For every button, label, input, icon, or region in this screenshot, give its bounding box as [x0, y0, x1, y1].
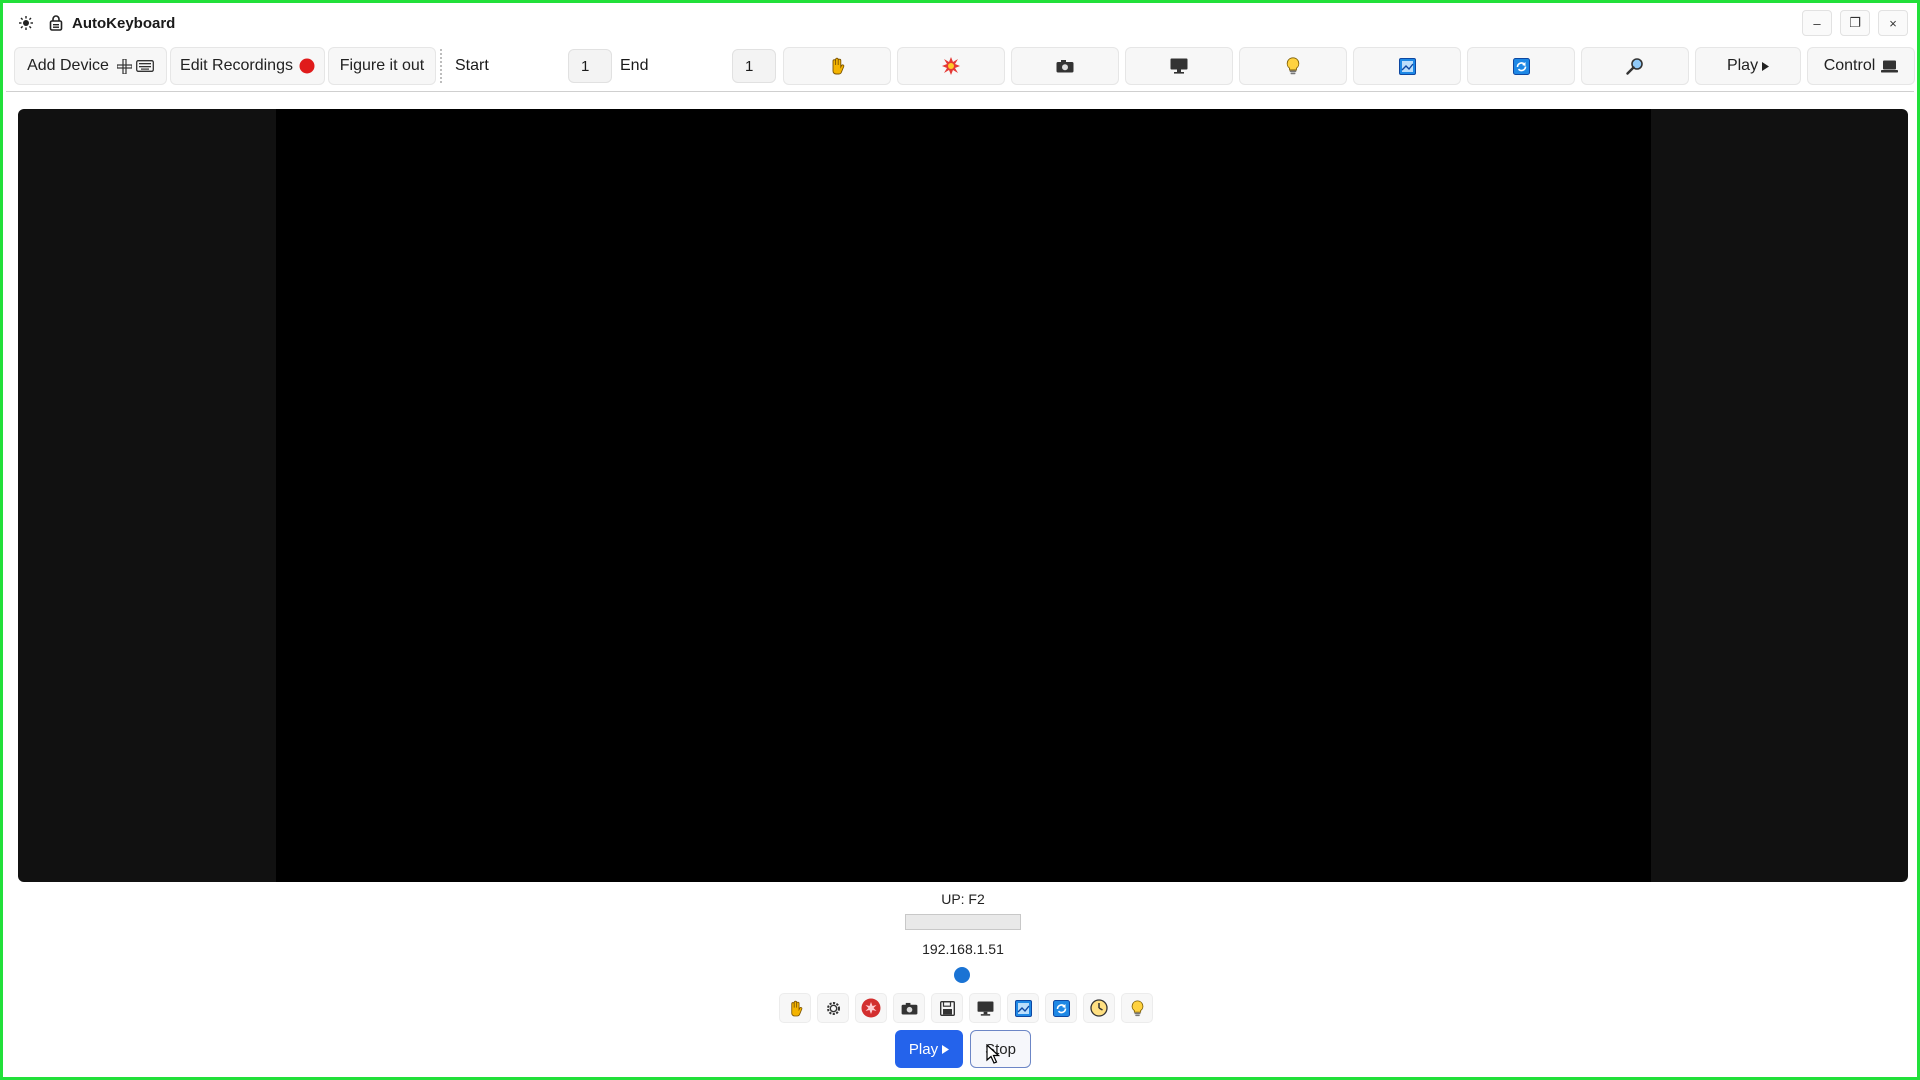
bottom-record-button[interactable]: [855, 993, 887, 1023]
refresh-button[interactable]: [1467, 47, 1575, 85]
figure-it-out-label: Figure it out: [339, 57, 425, 74]
end-label: End: [620, 57, 649, 74]
camera-icon: [1056, 59, 1074, 73]
ip-address-text: 192.168.1.51: [922, 941, 1004, 957]
window-controls: – ❐ ×: [1802, 10, 1908, 36]
bottom-refresh-button[interactable]: [1045, 993, 1077, 1023]
play-arrow-icon: [1762, 61, 1770, 71]
bottom-hand-button[interactable]: [779, 993, 811, 1023]
play-menu-button[interactable]: Play: [1695, 47, 1801, 85]
app-logo-icon: [48, 15, 64, 31]
hand-icon: [788, 1000, 803, 1017]
stop-button[interactable]: Stop: [970, 1030, 1031, 1068]
play-menu-label: Play: [1726, 57, 1759, 74]
edit-recordings-button[interactable]: Edit Recordings: [170, 47, 325, 85]
refresh-icon: [1052, 999, 1070, 1017]
laptop-icon: [1881, 60, 1899, 73]
bulb-icon: [1286, 57, 1300, 75]
device-screen-viewer[interactable]: [18, 109, 1908, 882]
camera-icon: [901, 1002, 918, 1015]
image-button[interactable]: [1353, 47, 1461, 85]
control-label: Control: [1823, 57, 1876, 74]
control-button[interactable]: Control: [1807, 47, 1915, 85]
close-icon: ×: [1889, 15, 1897, 31]
end-value: 1: [745, 57, 754, 75]
minimize-icon: –: [1813, 15, 1821, 31]
restore-icon: ❐: [1849, 15, 1861, 30]
edit-recordings-label: Edit Recordings: [180, 57, 293, 74]
search-icon: [1626, 57, 1644, 75]
bottom-icon-bar: [779, 993, 1153, 1023]
bottom-image-button[interactable]: [1007, 993, 1039, 1023]
monitor-icon: [1170, 58, 1188, 74]
figure-it-out-button[interactable]: Figure it out: [328, 47, 436, 85]
record-dot-icon: [299, 58, 315, 74]
play-button-label: Play: [908, 1040, 939, 1058]
title-bar: AutoKeyboard – ❐ ×: [6, 6, 1914, 40]
bottom-timer-button[interactable]: [1083, 993, 1115, 1023]
mouse-cursor-icon: [986, 1043, 1001, 1069]
plus-icon: [116, 58, 132, 74]
bottom-settings-button[interactable]: [817, 993, 849, 1023]
end-input[interactable]: 1: [732, 49, 776, 83]
keyboard-icon: [135, 60, 154, 72]
burst-icon: [942, 57, 960, 75]
app-window: AutoKeyboard – ❐ × Add Device Edit Recor…: [0, 0, 1920, 1080]
close-button[interactable]: ×: [1878, 10, 1908, 36]
gear-icon: [825, 1000, 842, 1017]
clock-icon: [1090, 999, 1108, 1017]
camera-button[interactable]: [1011, 47, 1119, 85]
hand-icon: [829, 57, 845, 75]
sun-icon: [18, 15, 34, 31]
image-icon: [1398, 57, 1416, 75]
record-icon: [861, 998, 881, 1018]
burst-button[interactable]: [897, 47, 1005, 85]
key-status-text: UP: F2: [941, 891, 985, 907]
bottom-save-button[interactable]: [931, 993, 963, 1023]
bottom-monitor-button[interactable]: [969, 993, 1001, 1023]
bulb-button[interactable]: [1239, 47, 1347, 85]
save-icon: [939, 1000, 955, 1016]
play-arrow-icon: [942, 1044, 950, 1054]
bottom-bulb-button[interactable]: [1121, 993, 1153, 1023]
minimize-button[interactable]: –: [1802, 10, 1832, 36]
refresh-icon: [1512, 57, 1530, 75]
monitor-button[interactable]: [1125, 47, 1233, 85]
play-button[interactable]: Play: [895, 1030, 963, 1068]
hand-button[interactable]: [783, 47, 891, 85]
maximize-button[interactable]: ❐: [1840, 10, 1870, 36]
start-value: 1: [581, 57, 590, 75]
start-label: Start: [455, 57, 489, 74]
add-device-label: Add Device: [27, 57, 109, 74]
add-device-button[interactable]: Add Device: [14, 47, 167, 85]
bulb-icon: [1131, 999, 1144, 1017]
toolbar-divider: [440, 49, 442, 83]
app-title: AutoKeyboard: [72, 14, 176, 32]
monitor-icon: [977, 1000, 994, 1016]
image-icon: [1014, 999, 1032, 1017]
connection-status-dot: [954, 967, 970, 983]
toolbar: Add Device Edit Recordings Figure it out…: [6, 43, 1915, 92]
search-button[interactable]: [1581, 47, 1689, 85]
start-input[interactable]: 1: [568, 49, 612, 83]
bottom-camera-button[interactable]: [893, 993, 925, 1023]
device-screen[interactable]: [276, 109, 1651, 882]
progress-bar: [905, 914, 1021, 930]
